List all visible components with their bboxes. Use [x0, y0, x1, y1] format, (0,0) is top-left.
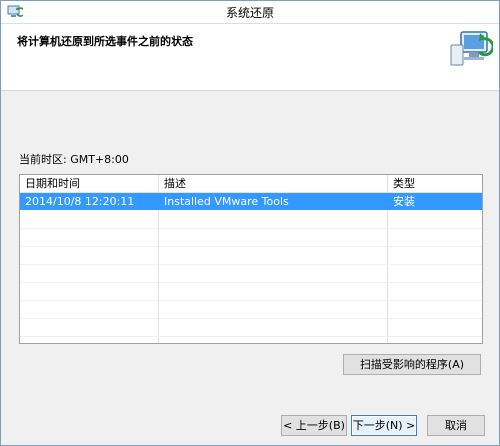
column-header-type[interactable]: 类型: [388, 175, 482, 192]
column-header-description[interactable]: 描述: [159, 175, 388, 192]
table-row[interactable]: 2014/10/8 12:20:11 Installed VMware Tool…: [20, 193, 482, 210]
restore-points-table[interactable]: 日期和时间 描述 类型 2014/10/8 12:20:11 Installed…: [19, 174, 483, 344]
timezone-label: 当前时区: GMT+8:00: [19, 153, 129, 166]
cancel-button[interactable]: 取消: [427, 415, 485, 436]
page-title: 将计算机还原到所选事件之前的状态: [17, 35, 193, 48]
row-divider: [20, 336, 482, 337]
title-bar[interactable]: 系统还原: [1, 1, 499, 24]
table-header: 日期和时间 描述 类型: [20, 175, 482, 193]
scan-affected-programs-button[interactable]: 扫描受影响的程序(A): [343, 354, 481, 375]
row-divider: [20, 264, 482, 265]
row-type: 安装: [393, 195, 415, 208]
window-title: 系统还原: [225, 6, 274, 20]
row-description: Installed VMware Tools: [164, 195, 289, 208]
row-divider: [20, 282, 482, 283]
wizard-header: 将计算机还原到所选事件之前的状态: [1, 24, 499, 91]
system-restore-window: 系统还原 将计算机还原到所选事件之前的状态 当前时区: GMT+8:00 日期和…: [0, 0, 500, 446]
system-restore-icon: [450, 31, 493, 66]
row-divider: [20, 318, 482, 319]
footer-divider: [1, 401, 499, 402]
back-button[interactable]: < 上一步(B): [281, 415, 347, 436]
row-divider: [20, 228, 482, 229]
column-header-datetime[interactable]: 日期和时间: [20, 175, 159, 192]
row-divider: [20, 246, 482, 247]
row-divider: [20, 300, 482, 301]
row-datetime: 2014/10/8 12:20:11: [25, 195, 135, 208]
next-button[interactable]: 下一步(N) >: [351, 415, 417, 436]
